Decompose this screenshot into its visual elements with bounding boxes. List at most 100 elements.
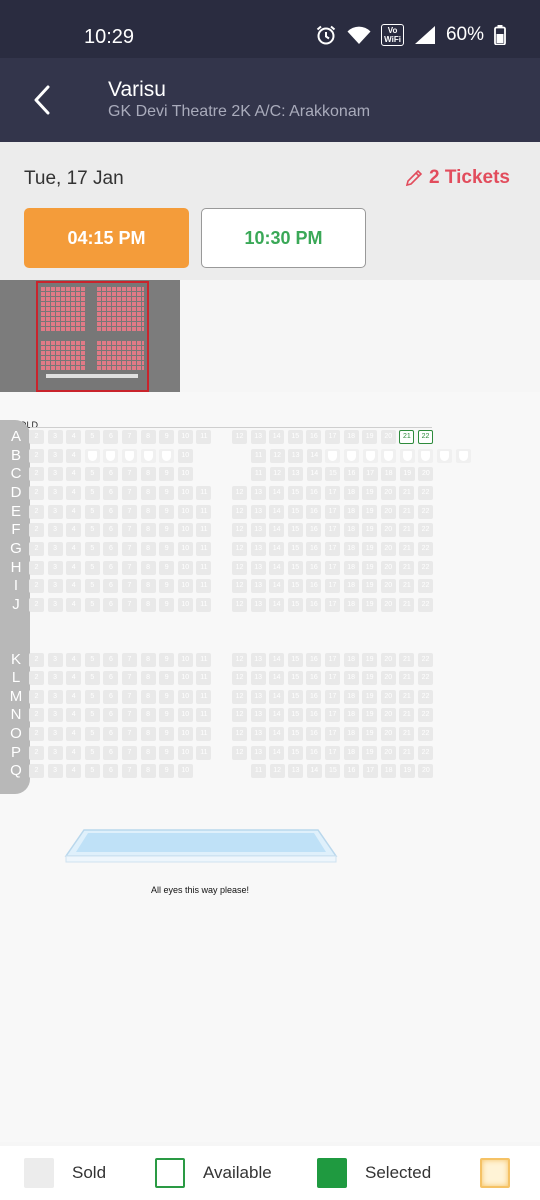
category-divider [30,427,432,428]
seat-sold: 20 [380,504,396,519]
seat-legend: Sold Available Selected [0,1146,540,1200]
seat-sold: 15 [287,560,303,575]
seat-sold: 17 [325,689,340,704]
seat-sold: 19 [362,745,378,760]
seat-sold: 17 [325,523,340,538]
seat-sold: 11 [251,448,266,463]
seat-sold: 14 [269,652,285,667]
seat-sold: 16 [306,597,322,612]
seat-sold: 9 [159,671,175,686]
wheelchair-seat-icon [440,450,449,461]
seat-sold: 14 [269,597,285,612]
seat-sold: 9 [159,485,175,500]
seat-sold: 11 [196,727,212,742]
seat-sold: 21 [399,652,415,667]
seat-sold: 5 [84,708,100,723]
back-button[interactable] [22,78,62,122]
seat-sold: 20 [380,560,396,575]
seat-sold: 21 [399,689,415,704]
legend-sold-swatch [24,1158,54,1188]
seat-sold: 13 [250,745,266,760]
seat-sold: 2 [29,485,44,500]
seat-sold: 2 [29,467,44,482]
seat-sold: 3 [47,560,63,575]
seat-sold: 18 [343,652,359,667]
seat-sold: 15 [287,708,303,723]
seat-sold: 19 [362,560,378,575]
seat-sold: 4 [66,448,82,463]
seat-sold: 7 [122,652,137,667]
seat-sold: 22 [418,597,433,612]
seat-sold: 2 [29,523,44,538]
vowifi-badge-bottom: WiFi [384,35,401,44]
seat-sold: 12 [232,597,247,612]
seat-sold: 15 [287,745,303,760]
seat-sold: 18 [343,541,359,556]
seat-sold: 19 [362,597,378,612]
row-label-e: E [10,502,21,520]
app-bar: Varisu GK Devi Theatre 2K A/C: Arakkonam [0,58,540,142]
wheelchair-seat-icon [125,450,134,461]
seat-sold: 10 [177,541,193,556]
seat-sold: 16 [306,560,322,575]
seat-sold: 14 [306,764,322,779]
seat-sold: 4 [66,745,82,760]
seat-sold: 2 [29,579,44,594]
minimap-viewport[interactable] [36,281,149,392]
seat-sold: 16 [306,579,322,594]
seat-sold: 15 [287,485,303,500]
seat-sold: 9 [159,430,175,444]
seat-sold: 4 [66,560,82,575]
seat-sold: 6 [103,467,119,482]
seat-sold: 18 [381,467,397,482]
seat-sold: 5 [84,523,100,538]
row-label-h: H [10,558,22,576]
seat-sold: 14 [269,579,285,594]
show-date[interactable]: Tue, 17 Jan [24,168,124,190]
showtime-button[interactable]: 10:30 PM [201,208,366,268]
seat-sold: 10 [177,745,193,760]
seat-sold: 10 [177,652,193,667]
seat-sold: 5 [84,430,100,444]
seat-sold: 2 [29,745,44,760]
wheelchair-seat-icon [328,450,338,461]
seat-map[interactable]: 00 GOLD ABCDEFGHIJKLMNOPQ All eyes this … [0,392,540,1142]
seat-sold: 15 [287,671,303,686]
wifi-icon [347,26,371,44]
seat-sold: 7 [122,727,137,742]
seat-sold: 21 [399,745,415,760]
showtime-button-selected[interactable]: 04:15 PM [24,208,189,268]
minimap-block [40,286,86,332]
seat-sold: 11 [196,541,212,556]
seat-sold: 21 [399,708,415,723]
seat-sold: 14 [269,523,285,538]
seat-sold: 20 [380,523,396,538]
seat-sold: 14 [269,727,285,742]
seat-minimap[interactable] [0,280,180,392]
seat-sold: 19 [362,430,378,444]
seat-sold: 6 [103,485,119,500]
ticket-count-button[interactable]: 2 Tickets [405,167,510,189]
seat-sold: 17 [325,579,340,594]
seat-sold: 16 [306,430,322,444]
seat-sold: 17 [362,764,378,779]
seat-sold: 5 [84,745,100,760]
seat-sold: 17 [325,745,340,760]
seat-sold: 6 [103,727,119,742]
seat-sold: 2 [29,430,44,444]
seat-sold: 19 [399,764,415,779]
seat-sold: 9 [159,467,175,482]
seat-sold: 20 [380,671,396,686]
seat-sold: 16 [306,523,322,538]
seat-sold: 15 [287,541,303,556]
seat-sold: 7 [122,708,137,723]
seat-available[interactable]: 21 [399,430,415,444]
seat-available[interactable]: 22 [418,430,433,444]
seat-sold: 13 [250,579,266,594]
seat-sold: 7 [122,671,137,686]
seat-sold: 3 [47,671,63,686]
wheelchair-seat-icon [458,450,468,461]
seat-sold: 5 [84,560,100,575]
seat-sold: 3 [47,448,63,463]
seat-sold: 2 [29,727,44,742]
